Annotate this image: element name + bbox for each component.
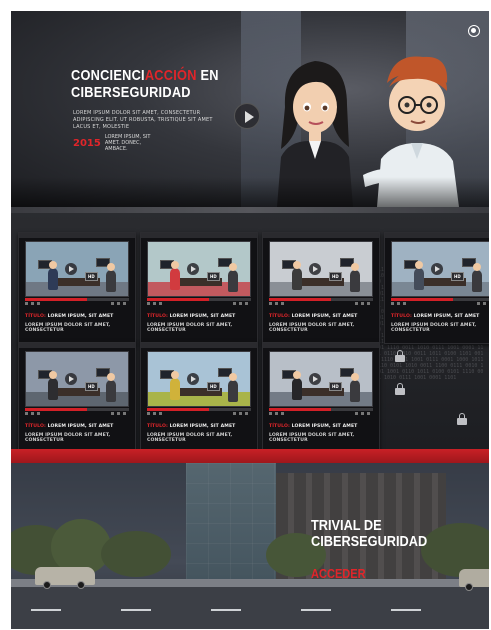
hero-title-line2: CIBERSEGURIDAD: [71, 84, 191, 101]
trivial-title: TRIVIAL DE CIBERSEGURIDAD: [311, 517, 428, 550]
video-title: TÍTULO: LOREM IPSUM, SIT AMET: [25, 424, 114, 429]
video-card[interactable]: HD TÍTULO: LOREM IPSUM, SIT AMET LOREM I…: [140, 232, 258, 344]
play-icon[interactable]: [431, 263, 443, 275]
card-top-bar: [19, 343, 135, 348]
progress-fill: [269, 298, 332, 301]
video-title: TÍTULO: LOREM IPSUM, SIT AMET: [147, 424, 236, 429]
road: [11, 587, 489, 629]
gallery-top-strip: [11, 207, 489, 213]
video-title: TÍTULO: LOREM IPSUM, SIT AMET: [391, 314, 480, 319]
video-subtitle: LOREM IPSUM DOLOR SIT AMET, CONSECTETUR: [269, 433, 355, 443]
play-icon[interactable]: [65, 263, 77, 275]
video-controls[interactable]: [25, 412, 129, 416]
video-thumbnail[interactable]: [147, 241, 251, 297]
video-card[interactable]: HD TÍTULO: LOREM IPSUM, SIT AMET LOREM I…: [262, 232, 380, 344]
hero-title: CONCIENCIACCIÓN EN CIBERSEGURIDAD: [71, 67, 219, 101]
video-title: TÍTULO: LOREM IPSUM, SIT AMET: [25, 314, 114, 319]
video-thumbnail[interactable]: [25, 351, 129, 407]
video-subtitle: LOREM IPSUM DOLOR SIT AMET, CONSECTETUR: [25, 323, 111, 333]
video-card[interactable]: HD TÍTULO: LOREM IPSUM, SIT AMET LOREM I…: [262, 342, 380, 449]
video-thumbnail[interactable]: [269, 241, 373, 297]
video-card[interactable]: HD TÍTULO: LOREM IPSUM, SIT AMET LOREM I…: [18, 232, 136, 344]
video-subtitle: LOREM IPSUM DOLOR SIT AMET, CONSECTETUR: [391, 323, 477, 333]
card-top-bar: [19, 233, 135, 238]
progress-fill: [25, 298, 88, 301]
video-controls[interactable]: [269, 412, 373, 416]
video-progress-bar[interactable]: [147, 408, 251, 411]
video-subtitle: LOREM IPSUM DOLOR SIT AMET, CONSECTETUR: [147, 323, 233, 333]
video-title: TÍTULO: LOREM IPSUM, SIT AMET: [147, 314, 236, 319]
hero-meta: 2015 LOREM IPSUM, SIT AMET. DONEC, AMBAC…: [73, 134, 165, 152]
progress-fill: [147, 298, 210, 301]
play-icon[interactable]: [309, 373, 321, 385]
video-thumbnail[interactable]: [147, 351, 251, 407]
hd-badge: HD: [85, 272, 98, 281]
play-icon[interactable]: [234, 103, 260, 129]
acceder-button[interactable]: ACCEDER: [311, 566, 366, 581]
progress-fill: [147, 408, 210, 411]
video-title: TÍTULO: LOREM IPSUM, SIT AMET: [269, 424, 358, 429]
hero-banner: CONCIENCIACCIÓN EN CIBERSEGURIDAD LOREM …: [11, 11, 489, 207]
hd-badge: HD: [451, 272, 464, 281]
hero-year: 2015: [73, 137, 101, 149]
video-subtitle: LOREM IPSUM DOLOR SIT AMET, CONSECTETUR: [147, 433, 233, 443]
video-progress-bar[interactable]: [147, 298, 251, 301]
video-progress-bar[interactable]: [391, 298, 489, 301]
lock-icon: [395, 383, 405, 395]
video-title: TÍTULO: LOREM IPSUM, SIT AMET: [269, 314, 358, 319]
progress-fill: [391, 298, 454, 301]
video-controls[interactable]: [269, 302, 373, 306]
video-card[interactable]: HD TÍTULO: LOREM IPSUM, SIT AMET LOREM I…: [140, 342, 258, 449]
video-controls[interactable]: [25, 302, 129, 306]
video-progress-bar[interactable]: [25, 298, 129, 301]
progress-fill: [25, 408, 88, 411]
car: [459, 569, 489, 591]
card-top-bar: [385, 233, 489, 238]
card-top-bar: [141, 343, 257, 348]
car: [35, 567, 95, 589]
card-top-bar: [263, 233, 379, 238]
video-card[interactable]: HD TÍTULO: LOREM IPSUM, SIT AMET LOREM I…: [18, 342, 136, 449]
video-progress-bar[interactable]: [25, 408, 129, 411]
video-subtitle: LOREM IPSUM DOLOR SIT AMET, CONSECTETUR: [25, 433, 111, 443]
hero-meta-text: LOREM IPSUM, SIT AMET. DONEC, AMBACE.: [104, 134, 151, 152]
play-icon[interactable]: [187, 373, 199, 385]
section-divider-bar: [11, 449, 489, 463]
lock-icon: [457, 413, 467, 425]
play-icon[interactable]: [309, 263, 321, 275]
video-gallery: 0110 1010 0011 1011 0100 1101 0010 1110 …: [11, 207, 489, 449]
video-subtitle: LOREM IPSUM DOLOR SIT AMET, CONSECTETUR: [269, 323, 355, 333]
card-top-bar: [141, 233, 257, 238]
video-progress-bar[interactable]: [269, 408, 373, 411]
video-controls[interactable]: [147, 302, 251, 306]
play-icon[interactable]: [187, 263, 199, 275]
page-frame: CONCIENCIACCIÓN EN CIBERSEGURIDAD LOREM …: [11, 11, 489, 629]
hd-badge: HD: [207, 382, 220, 391]
trivial-banner: TRIVIAL DE CIBERSEGURIDAD ACCEDER: [11, 463, 489, 629]
record-icon[interactable]: [468, 25, 480, 37]
video-controls[interactable]: [391, 302, 489, 306]
video-progress-bar[interactable]: [269, 298, 373, 301]
card-top-bar: [263, 343, 379, 348]
video-thumbnail[interactable]: [269, 351, 373, 407]
lock-icon: [395, 350, 405, 362]
hero-description: LOREM IPSUM DOLOR SIT AMET, CONSECTETUR …: [73, 110, 213, 130]
hd-badge: HD: [329, 272, 342, 281]
play-icon[interactable]: [65, 373, 77, 385]
hd-badge: HD: [85, 382, 98, 391]
hero-floor-shadow: [11, 177, 489, 207]
video-card[interactable]: HD TÍTULO: LOREM IPSUM, SIT AMET LOREM I…: [384, 232, 489, 344]
hero-title-accent: ACCIÓN: [144, 67, 197, 84]
hd-badge: HD: [329, 382, 342, 391]
progress-fill: [269, 408, 332, 411]
video-thumbnail[interactable]: [25, 241, 129, 297]
hd-badge: HD: [207, 272, 220, 281]
video-controls[interactable]: [147, 412, 251, 416]
